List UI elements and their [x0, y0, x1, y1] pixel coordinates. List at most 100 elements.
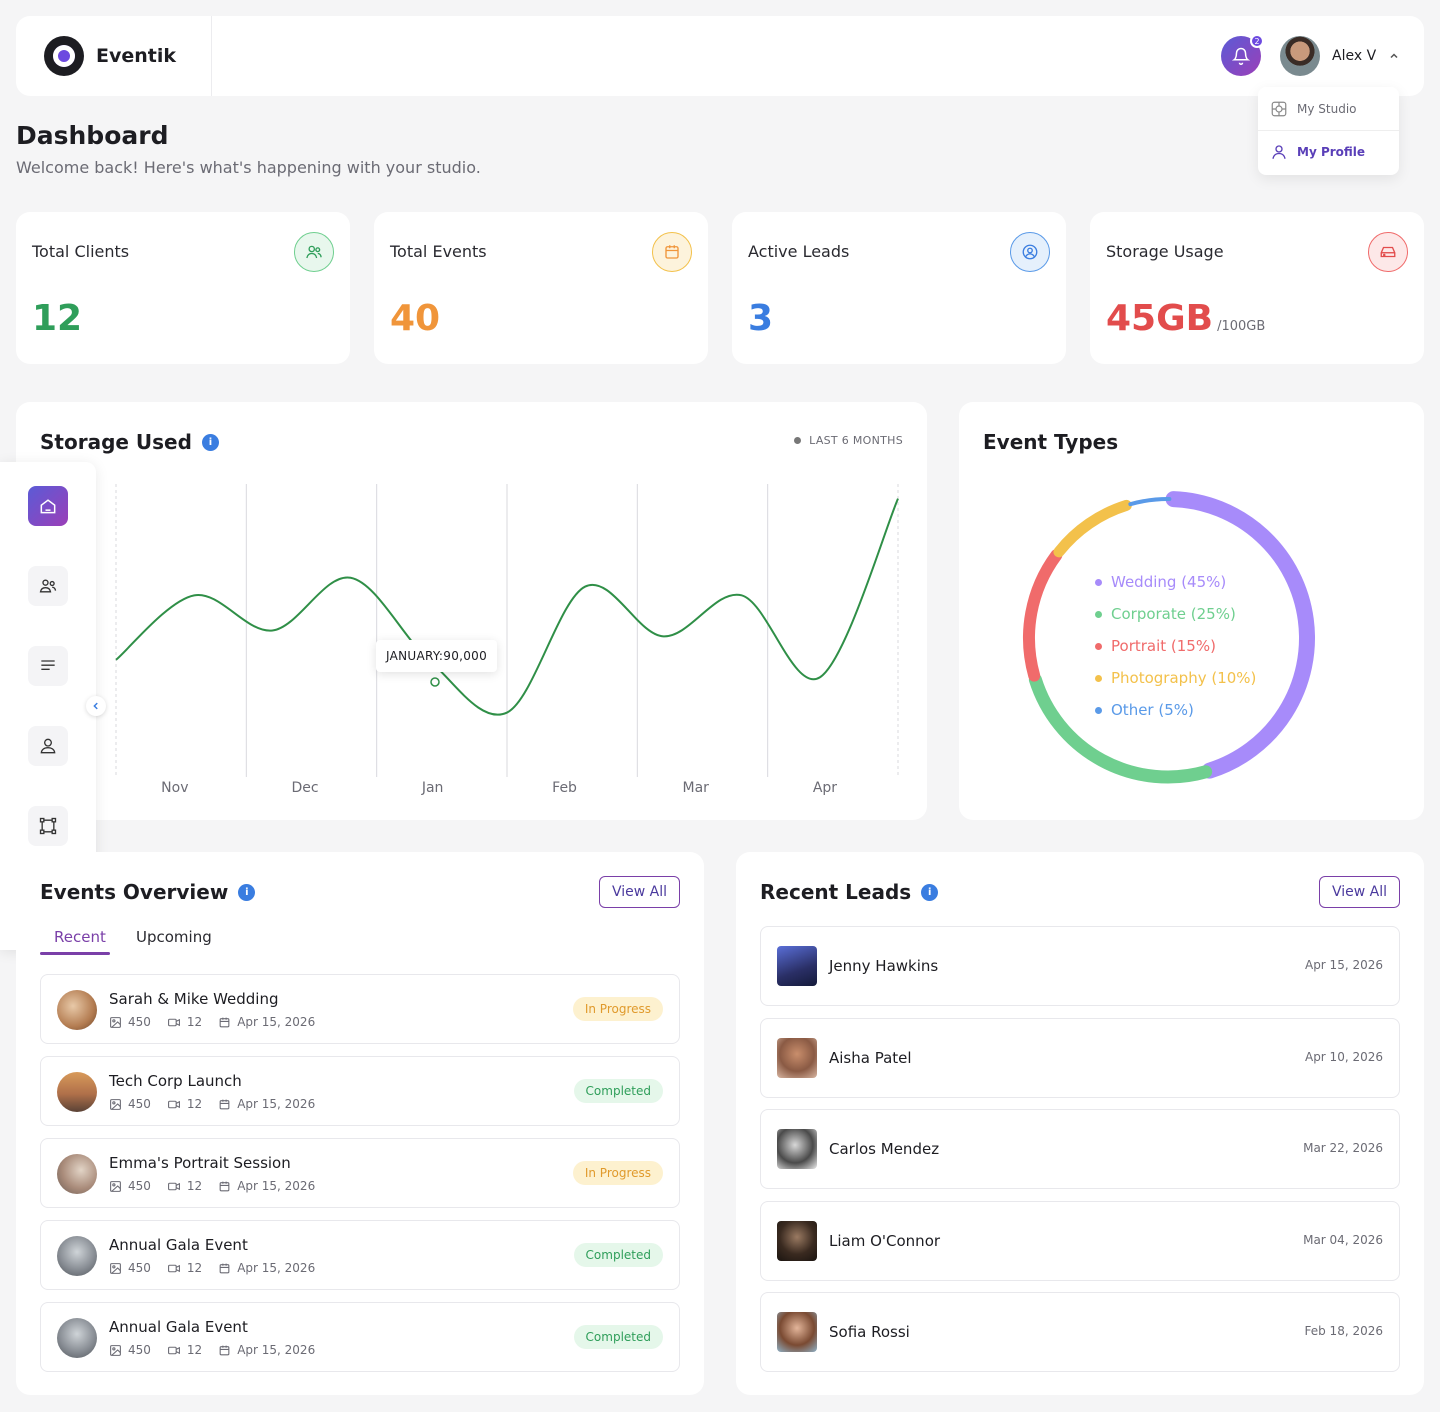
event-date: Apr 15, 2026: [218, 1015, 315, 1029]
photo-count: 450: [109, 1179, 151, 1193]
stat-value: 3: [748, 298, 774, 339]
donut-slice[interactable]: [1128, 497, 1172, 507]
sidebar-collapse-button[interactable]: [86, 696, 106, 716]
stat-label: Storage Usage: [1106, 242, 1224, 261]
lead-row[interactable]: Liam O'Connor Mar 04, 2026: [760, 1200, 1400, 1281]
tab-recent[interactable]: Recent: [54, 928, 106, 946]
nav-frame[interactable]: [28, 806, 68, 846]
stat-card-active-leads[interactable]: Active Leads 3: [732, 212, 1066, 364]
event-thumbnail: [57, 1154, 97, 1194]
x-tick-label: Nov: [161, 780, 188, 796]
legend-item: Photography (10%): [1095, 662, 1256, 694]
x-tick-label: Jan: [421, 780, 444, 796]
user-name: Alex V: [1332, 48, 1377, 64]
stat-label: Total Events: [390, 242, 487, 261]
nav-home[interactable]: [28, 486, 68, 526]
info-icon[interactable]: i: [921, 883, 939, 901]
menu-item-label: My Profile: [1297, 145, 1366, 159]
avatar: [1280, 36, 1320, 76]
legend-label: Other (5%): [1111, 701, 1194, 719]
event-thumbnail: [57, 1318, 97, 1358]
legend-dot: [1095, 706, 1102, 714]
event-name: Sarah & Mike Wedding: [109, 990, 279, 1008]
lead-avatar: [777, 1129, 817, 1169]
stat-card-total-events[interactable]: Total Events 40: [374, 212, 708, 364]
stat-card-total-clients[interactable]: Total Clients 12: [16, 212, 350, 364]
photo-count: 450: [109, 1261, 151, 1275]
recent-leads-card: Recent Leads i View All Jenny Hawkins Ap…: [736, 852, 1424, 1395]
video-count-value: 12: [186, 1343, 203, 1357]
event-row[interactable]: Annual Gala Event 450 12 Apr 15, 2026 Co…: [40, 1302, 680, 1372]
legend-item: Portrait (15%): [1095, 630, 1256, 662]
event-row[interactable]: Tech Corp Launch 450 12 Apr 15, 2026 Com…: [40, 1056, 680, 1126]
menu-item-my-profile[interactable]: My Profile: [1270, 143, 1365, 161]
photo-count-value: 450: [128, 1343, 151, 1357]
video-count: 12: [167, 1261, 202, 1275]
video-icon: [167, 1346, 180, 1354]
lead-date: Feb 18, 2026: [1304, 1324, 1384, 1338]
event-name: Tech Corp Launch: [109, 1072, 242, 1090]
lead-row[interactable]: Sofia Rossi Feb 18, 2026: [760, 1292, 1400, 1372]
legend-dot: [1095, 578, 1102, 586]
video-icon: [167, 1100, 180, 1108]
stat-card-storage-usage[interactable]: Storage Usage 45GB/100GB: [1090, 212, 1424, 364]
video-count-value: 12: [186, 1179, 203, 1193]
video-count-value: 12: [186, 1015, 203, 1029]
event-meta: 450 12 Apr 15, 2026: [109, 1015, 315, 1029]
donut-slice[interactable]: [1023, 549, 1063, 682]
event-thumbnail: [57, 1236, 97, 1276]
events-overview-card: Events Overview i View All Recent Upcomi…: [16, 852, 704, 1395]
video-icon: [167, 1182, 180, 1190]
lead-avatar: [777, 1037, 817, 1078]
user-menu-toggle[interactable]: Alex V: [1280, 36, 1400, 76]
lead-row[interactable]: Carlos Mendez Mar 22, 2026: [760, 1109, 1400, 1189]
status-badge: In Progress: [572, 1161, 663, 1185]
view-all-events-button[interactable]: View All: [599, 876, 680, 908]
event-row[interactable]: Emma's Portrait Session 450 12 Apr 15, 2…: [40, 1138, 680, 1208]
image-icon: [110, 1344, 121, 1356]
overview-title: Events Overview: [40, 880, 229, 904]
legend-label: Corporate (25%): [1111, 605, 1236, 623]
status-badge: Completed: [573, 1325, 663, 1349]
stat-value: 45GB/100GB: [1106, 298, 1265, 339]
legend-label: Wedding (45%): [1111, 573, 1227, 591]
view-all-leads-button[interactable]: View All: [1319, 876, 1400, 908]
page-title: Dashboard: [16, 121, 169, 150]
nav-menu[interactable]: [28, 646, 68, 686]
lead-row[interactable]: Jenny Hawkins Apr 15, 2026: [760, 926, 1400, 1006]
donut-slice[interactable]: [1053, 499, 1132, 558]
lead-date: Apr 15, 2026: [1304, 958, 1383, 972]
photo-count-value: 450: [128, 1261, 151, 1275]
card-title: Events Overview i: [40, 880, 256, 904]
divider: [1258, 130, 1399, 131]
user-dropdown: My Studio My Profile: [1258, 87, 1399, 175]
lead-name: Liam O'Connor: [829, 1231, 941, 1250]
tab-upcoming[interactable]: Upcoming: [136, 928, 212, 946]
lead-row[interactable]: Aisha Patel Apr 10, 2026: [760, 1017, 1400, 1098]
home-icon: [40, 499, 56, 514]
info-icon[interactable]: i: [238, 883, 256, 901]
divider: [211, 16, 212, 96]
nav-profile[interactable]: [28, 726, 68, 766]
event-row[interactable]: Sarah & Mike Wedding 450 12 Apr 15, 2026: [40, 974, 680, 1044]
data-point[interactable]: [430, 677, 440, 687]
lead-avatar: [777, 1312, 817, 1352]
calendar-icon: [219, 1345, 230, 1355]
calendar-icon: [219, 1181, 230, 1191]
video-icon: [167, 1264, 180, 1272]
brand-logo[interactable]: Eventik: [44, 36, 176, 76]
notification-badge: 2: [1250, 34, 1264, 48]
legend-item: Other (5%): [1095, 694, 1256, 726]
lead-name: Aisha Patel: [829, 1048, 912, 1067]
menu-item-my-studio[interactable]: My Studio: [1270, 100, 1357, 118]
nav-clients[interactable]: [28, 566, 68, 606]
event-date: Apr 15, 2026: [218, 1261, 315, 1275]
video-count: 12: [167, 1015, 202, 1029]
legend-dot: [1095, 674, 1102, 682]
video-count: 12: [167, 1097, 202, 1111]
storage-chart-card: Storage Used i LAST 6 MONTHS Nov Dec Jan Fe…: [16, 402, 927, 820]
event-date: Apr 15, 2026: [218, 1179, 315, 1193]
event-row[interactable]: Annual Gala Event 450 12 Apr 15, 2026 Co…: [40, 1220, 680, 1290]
line-chart: Nov Dec Jan Feb Mar Apr: [115, 484, 899, 796]
notification-button[interactable]: 2: [1221, 34, 1264, 76]
